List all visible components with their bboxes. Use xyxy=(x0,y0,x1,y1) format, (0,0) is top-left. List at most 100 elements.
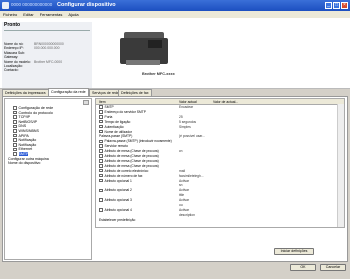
tree-item[interactable]: Notificação xyxy=(13,143,36,147)
table-row[interactable]: Atributo de número de fax facsimiletelegh… xyxy=(96,174,344,178)
tree-checkbox[interactable] xyxy=(13,133,17,138)
row-checkbox[interactable] xyxy=(99,115,103,119)
row-value: Activar xyxy=(179,207,190,212)
tree-item[interactable]: SMTP xyxy=(13,152,29,156)
row-value: Simples xyxy=(179,124,191,129)
table-row[interactable]: Atributo de mesa (Chave de procura) xyxy=(96,159,344,163)
reset-defaults-button[interactable]: Iniciar definições xyxy=(274,248,314,255)
tree-item[interactable]: NetBIOS/IP xyxy=(13,120,37,124)
table-row[interactable]: SMTP Encadear xyxy=(96,105,344,109)
table-row[interactable]: Autenticação Simples xyxy=(96,125,344,129)
row-label: Tempo de ligação xyxy=(104,119,131,124)
tree-item[interactable]: WINS/NBNS xyxy=(13,129,39,133)
tree-checkbox[interactable] xyxy=(13,110,17,115)
menu-tools[interactable]: Ferramentas xyxy=(40,11,63,18)
row-checkbox[interactable] xyxy=(99,208,103,212)
row-checkbox[interactable] xyxy=(99,149,103,153)
row-checkbox[interactable] xyxy=(99,139,103,144)
table-row[interactable]: Estabelecer predefinição xyxy=(96,218,344,222)
window-title: Configurar dispositivo xyxy=(57,1,116,8)
table-row[interactable]: Atributo de mesa (Chave de procura) cn xyxy=(96,149,344,153)
row-checkbox[interactable] xyxy=(99,168,103,173)
table-row[interactable]: Atributo de mesa (Chave de procura) xyxy=(96,164,344,168)
row-label: Atributo opcional 4 xyxy=(104,207,132,212)
tree-item[interactable]: APIPA xyxy=(13,134,29,138)
table-row[interactable]: Endereço do servidor SMTP xyxy=(96,110,344,114)
tab-fax-settings[interactable]: Definições de fax xyxy=(118,89,152,96)
status-text: Pronto xyxy=(4,22,21,28)
row-checkbox[interactable] xyxy=(99,119,103,124)
tree-checkbox[interactable] xyxy=(13,124,17,129)
tree-item-label: Configurar outra máquina xyxy=(8,156,49,161)
table-row[interactable]: Atributo de correio electrónico mail xyxy=(96,169,344,173)
row-checkbox[interactable] xyxy=(99,144,103,148)
tab-printer-settings[interactable]: Definições da impressora xyxy=(2,89,49,96)
table-row[interactable]: Servidor remoto xyxy=(96,144,344,148)
tree-item-label: Notificação xyxy=(18,142,37,147)
tab-network-config[interactable]: Configuração da rede xyxy=(48,88,89,96)
row-value: 5 segundos xyxy=(179,119,197,124)
tree-checkbox[interactable] xyxy=(13,147,17,152)
tree-item[interactable]: Nome do dispositivo xyxy=(8,161,40,165)
row-checkbox[interactable] xyxy=(99,110,103,114)
tree-checkbox[interactable] xyxy=(13,152,17,156)
tree-item[interactable]: Controlo do protocolo xyxy=(13,111,53,115)
tree-checkbox[interactable] xyxy=(13,143,17,147)
row-checkbox[interactable] xyxy=(99,105,103,109)
row-checkbox[interactable] xyxy=(99,173,103,178)
table-row[interactable]: Palavra-passe (SMTP) (é possível usar... xyxy=(96,134,344,138)
tree-checkbox[interactable] xyxy=(13,106,17,110)
cancel-button[interactable]: Cancelar xyxy=(320,264,346,271)
table-row[interactable]: ou xyxy=(96,203,344,207)
tree-item[interactable]: DNS xyxy=(13,124,26,128)
tree-item[interactable]: Ethernet xyxy=(13,147,32,151)
row-checkbox[interactable] xyxy=(99,164,103,168)
menu-help[interactable]: Ajuda xyxy=(68,11,78,18)
row-checkbox[interactable] xyxy=(99,129,103,134)
table-row[interactable]: Atributo opcional 4 Activar xyxy=(96,208,344,212)
tree-checkbox[interactable] xyxy=(13,120,17,124)
tree-checkbox[interactable] xyxy=(13,138,17,142)
tree-tool-icon[interactable] xyxy=(83,100,89,105)
tree-checkbox[interactable] xyxy=(13,129,17,133)
menu-edit[interactable]: Editar xyxy=(23,11,33,18)
row-checkbox[interactable] xyxy=(99,188,103,193)
tree-checkbox[interactable] xyxy=(13,115,17,119)
table-row[interactable]: Atributo de mesa (Chave de procura) xyxy=(96,154,344,158)
ok-button[interactable]: OK xyxy=(290,264,316,271)
minimize-button[interactable]: _ xyxy=(325,2,332,9)
model-name: Brother MFC-xxxx xyxy=(142,72,175,76)
table-row[interactable]: Porta 25 xyxy=(96,115,344,119)
row-value: mail xyxy=(179,168,186,173)
row-label: Atributo de mesa (Chave de procura) xyxy=(104,163,159,168)
table-row[interactable]: Tempo de ligação 5 segundos xyxy=(96,120,344,124)
row-item: Atributo opcional 3 xyxy=(99,198,132,202)
table-row[interactable]: Atributo opcional 1 Activar xyxy=(96,179,344,183)
table-row[interactable]: Atributo opcional 2 Activar xyxy=(96,188,344,192)
grid-scrollbar[interactable] xyxy=(337,104,344,227)
table-row[interactable]: sn xyxy=(96,183,344,187)
menu-file[interactable]: Ficheiro xyxy=(3,11,17,18)
info-value: Brother MFC-0000 xyxy=(34,59,63,64)
row-checkbox[interactable] xyxy=(99,198,103,202)
row-checkbox[interactable] xyxy=(99,154,103,158)
table-row[interactable]: title xyxy=(96,193,344,197)
table-row[interactable]: Atributo opcional 3 Activar xyxy=(96,198,344,202)
table-row[interactable]: Palavra-passe (SMTP) (introduzir novamen… xyxy=(96,139,344,143)
tree-item[interactable]: Notificação xyxy=(13,138,36,142)
tree-item[interactable]: Configuração de rede xyxy=(13,106,53,110)
row-checkbox[interactable] xyxy=(99,159,103,163)
tree-item-label: DNS xyxy=(18,124,27,129)
table-row[interactable]: description xyxy=(96,213,344,217)
close-button[interactable]: × xyxy=(341,2,348,9)
tree-item[interactable]: Configurar outra máquina xyxy=(8,157,49,161)
row-value: Activar xyxy=(179,178,190,183)
tree-item-label: WINS/NBNS xyxy=(18,129,39,133)
table-row[interactable]: Nome de utilizador xyxy=(96,130,344,134)
window-path: 0000 000000000000 xyxy=(11,2,53,7)
row-checkbox[interactable] xyxy=(99,178,103,183)
maximize-button[interactable]: □ xyxy=(333,2,340,9)
row-checkbox[interactable] xyxy=(99,124,103,129)
row-label: Atributo de mesa (Chave de procura) xyxy=(104,158,159,163)
tree-item[interactable]: TCP/IP xyxy=(13,115,30,119)
